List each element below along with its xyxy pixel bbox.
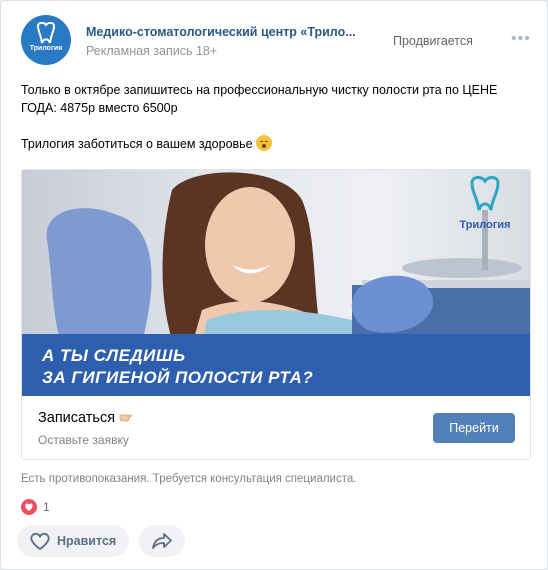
post-text-segment: Трилогия заботиться о вашем здоровье — [21, 137, 253, 151]
ad-banner-text: А ТЫ СЛЕДИШЬ ЗА ГИГИЕНОЙ ПОЛОСТИ РТА? — [42, 345, 313, 389]
more-dots-icon[interactable]: ••• — [511, 30, 531, 48]
post-text: Только в октябре запишитесь на профессио… — [21, 81, 531, 153]
promoted-label: Продвигается — [393, 34, 473, 48]
cta-subtitle: Оставьте заявку — [38, 433, 129, 447]
share-button[interactable] — [139, 525, 185, 557]
ad-block[interactable]: Трилогия А ТЫ СЛЕДИШЬ ЗА ГИГИЕНОЙ ПОЛОСТ… — [21, 169, 531, 460]
cta-title-text: Записаться — [38, 410, 116, 426]
post-text-line: ГОДА: 4875р вместо 6500р — [21, 101, 178, 115]
author-link[interactable]: Медико-стоматологический центр «Трило... — [86, 25, 366, 39]
tooth-logo-icon — [470, 176, 500, 211]
reaction-count: 1 — [43, 500, 50, 514]
cta-title: Записаться — [38, 410, 135, 426]
community-avatar[interactable]: Трилогия — [21, 15, 71, 65]
ad-logo-name: Трилогия — [459, 219, 511, 231]
ad-cta: Записаться Оставьте заявку Перейти — [22, 396, 530, 459]
ad-banner-line: ЗА ГИГИЕНОЙ ПОЛОСТИ РТА? — [42, 368, 314, 387]
ad-logo: Трилогия — [446, 176, 524, 231]
post-text-line: Трилогия заботиться о вашем здоровье — [21, 135, 531, 153]
ad-disclaimer: Есть противопоказания. Требуется консуль… — [21, 473, 357, 485]
heart-reaction-icon — [21, 499, 37, 515]
like-label: Нравится — [57, 534, 117, 548]
pointing-hand-emoji — [119, 414, 132, 422]
avatar-text: Трилогия — [29, 45, 63, 52]
post-text-line: Только в октябре запишитесь на профессио… — [21, 83, 498, 97]
post-header: Трилогия Медико-стоматологический центр … — [21, 15, 531, 71]
post-card: Трилогия Медико-стоматологический центр … — [0, 0, 548, 570]
ad-banner-line: А ТЫ СЛЕДИШЬ — [42, 346, 186, 365]
tooth-logo-icon — [36, 22, 56, 44]
go-button[interactable]: Перейти — [433, 413, 515, 443]
post-subtitle: Рекламная запись 18+ — [86, 44, 218, 58]
like-button[interactable]: Нравится — [17, 525, 129, 557]
heart-outline-icon — [30, 532, 50, 551]
ad-image[interactable]: Трилогия А ТЫ СЛЕДИШЬ ЗА ГИГИЕНОЙ ПОЛОСТ… — [22, 170, 530, 396]
share-arrow-icon — [152, 533, 172, 549]
smiling-face-emoji — [255, 135, 272, 151]
